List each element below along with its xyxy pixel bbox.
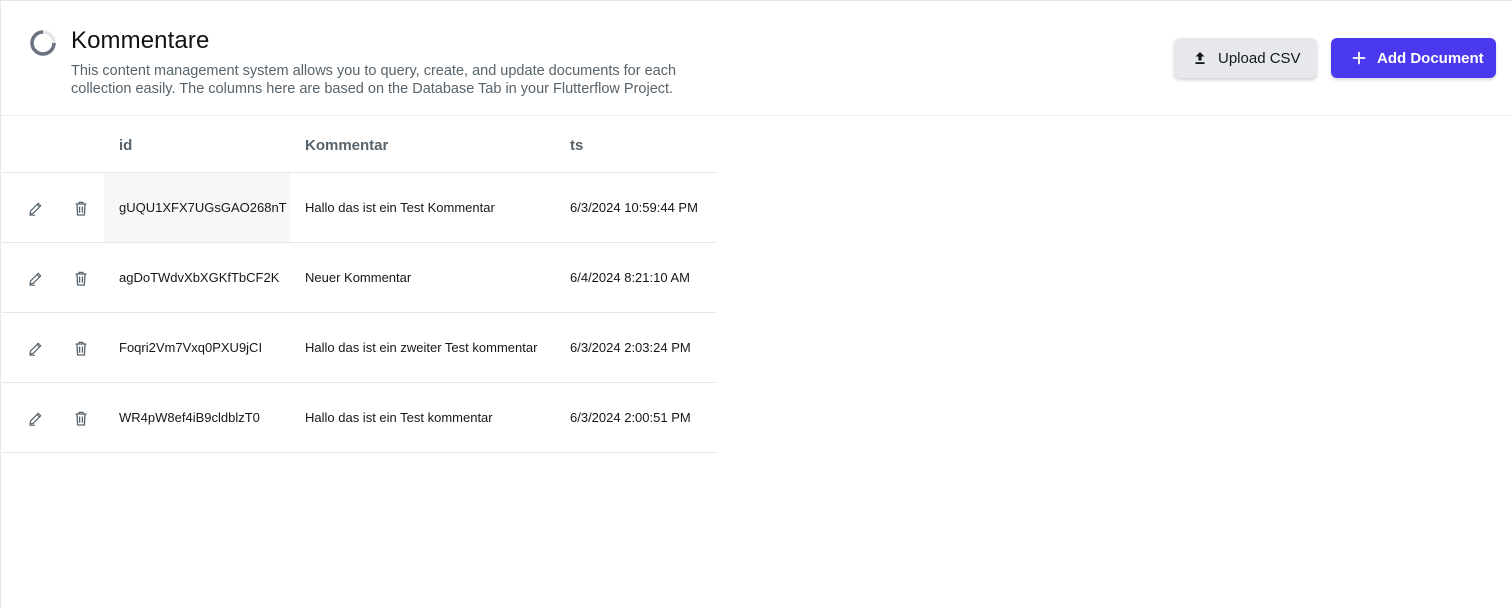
- cell-ts: 6/3/2024 2:03:24 PM: [570, 340, 691, 355]
- trash-icon[interactable]: [72, 409, 90, 427]
- cell-kommentar: Hallo das ist ein zweiter Test kommentar: [305, 340, 538, 355]
- edit-icon[interactable]: [26, 199, 44, 217]
- cell-kommentar: Hallo das ist ein Test kommentar: [305, 410, 493, 425]
- cell-id: WR4pW8ef4iB9cldblzT0: [119, 410, 260, 425]
- add-document-button[interactable]: Add Document: [1331, 38, 1496, 78]
- column-header-ts[interactable]: ts: [570, 137, 583, 154]
- page-header: Kommentare This content management syste…: [1, 1, 1512, 116]
- cell-ts: 6/3/2024 10:59:44 PM: [570, 200, 698, 215]
- table-header: id Kommentar ts: [2, 116, 716, 173]
- trash-icon[interactable]: [72, 199, 90, 217]
- cell-ts: 6/3/2024 2:00:51 PM: [570, 410, 691, 425]
- edit-icon[interactable]: [26, 409, 44, 427]
- trash-icon[interactable]: [72, 269, 90, 287]
- plus-icon: [1351, 50, 1367, 66]
- cell-id: Foqri2Vm7Vxq0PXU9jCI: [119, 340, 263, 355]
- spinner-ring-icon: [29, 29, 57, 57]
- upload-csv-label: Upload CSV: [1218, 49, 1301, 67]
- upload-csv-button[interactable]: Upload CSV: [1174, 38, 1317, 78]
- cell-kommentar: Neuer Kommentar: [305, 270, 412, 285]
- table-row[interactable]: Foqri2Vm7Vxq0PXU9jCI Hallo das ist ein z…: [2, 313, 716, 383]
- cell-id: agDoTWdvXbXGKfTbCF2K: [119, 270, 280, 285]
- cms-page: Kommentare This content management syste…: [0, 0, 1512, 608]
- table-row[interactable]: agDoTWdvXbXGKfTbCF2K Neuer Kommentar 6/4…: [2, 243, 716, 313]
- edit-icon[interactable]: [26, 339, 44, 357]
- column-header-kommentar[interactable]: Kommentar: [305, 137, 388, 154]
- trash-icon[interactable]: [72, 339, 90, 357]
- table-row[interactable]: WR4pW8ef4iB9cldblzT0 Hallo das ist ein T…: [2, 383, 716, 453]
- table-row[interactable]: gUQU1XFX7UGsGAO268nT Hallo das ist ein T…: [2, 173, 716, 243]
- page-title: Kommentare: [71, 27, 210, 54]
- cell-kommentar: Hallo das ist ein Test Kommentar: [305, 200, 495, 215]
- add-document-label: Add Document: [1377, 49, 1484, 67]
- column-header-id[interactable]: id: [119, 137, 132, 154]
- edit-icon[interactable]: [26, 269, 44, 287]
- cell-ts: 6/4/2024 8:21:10 AM: [570, 270, 690, 285]
- cell-id: gUQU1XFX7UGsGAO268nT: [119, 200, 287, 215]
- documents-table: id Kommentar ts gUQU1XFX7UGsGAO268nT Hal…: [2, 116, 716, 453]
- upload-icon: [1192, 50, 1208, 66]
- page-description: This content management system allows yo…: [71, 63, 677, 97]
